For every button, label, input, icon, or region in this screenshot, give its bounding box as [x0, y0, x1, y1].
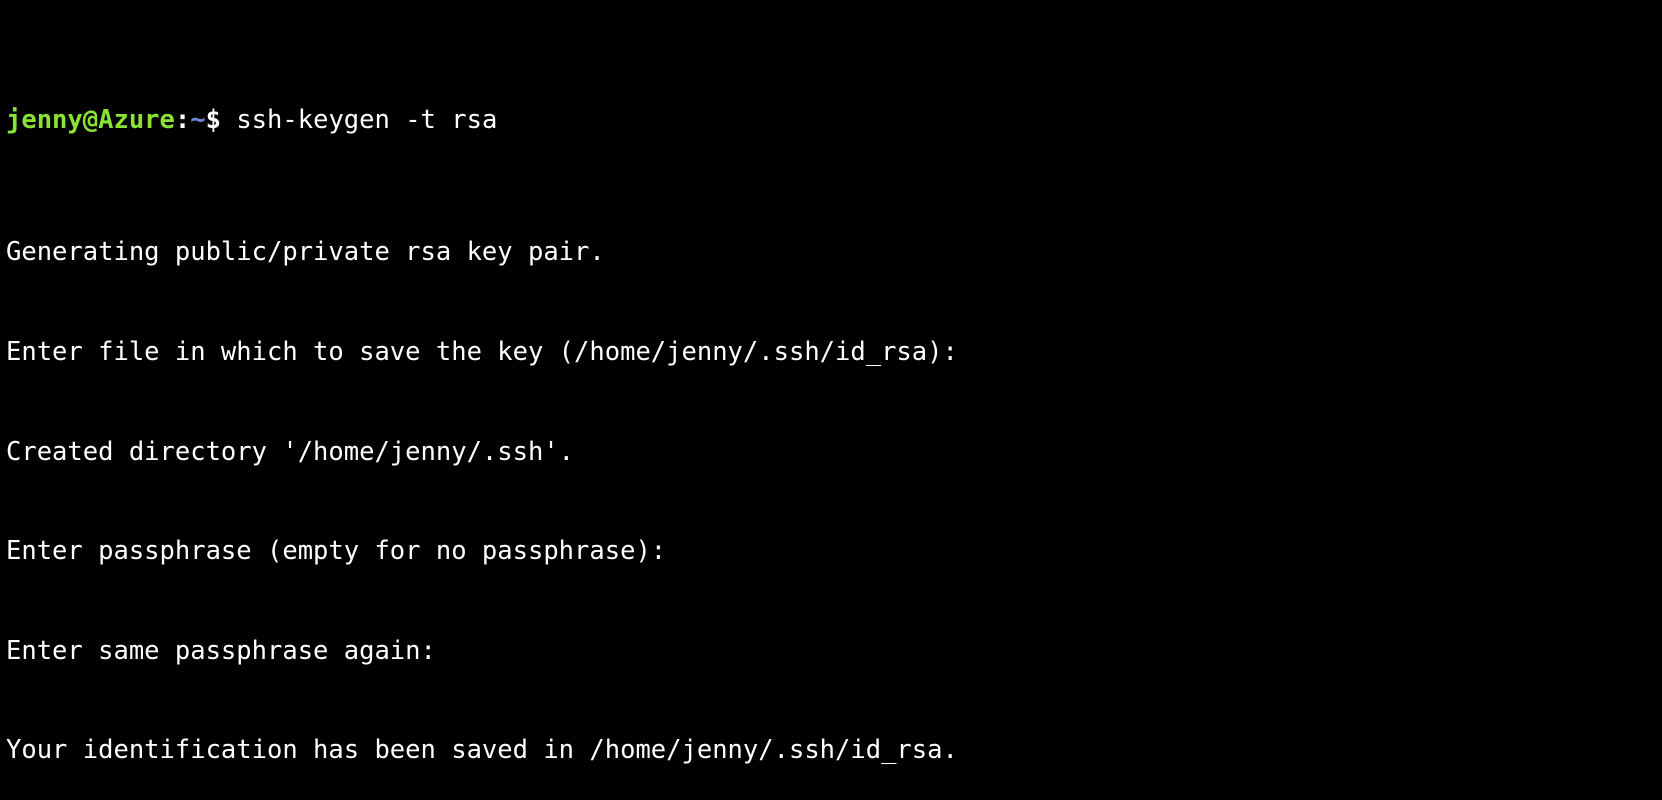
output-line-enter-file: Enter file in which to save the key (/ho… [6, 337, 958, 367]
command-line: jenny@Azure:~$ ssh-keygen -t rsa [6, 104, 1662, 137]
output-line-enter-same-passphrase: Enter same passphrase again: [6, 635, 436, 666]
prompt-user-host: jenny@Azure [6, 104, 175, 135]
output-line-generating: Generating public/private rsa key pair. [6, 237, 605, 268]
terminal-window[interactable]: jenny@Azure:~$ ssh-keygen -t rsa Generat… [0, 0, 1662, 800]
output-line-identification-saved: Your identification has been saved in /h… [6, 735, 958, 766]
command-text[interactable]: ssh-keygen -t rsa [236, 105, 497, 135]
prompt-colon: : [174, 104, 191, 135]
output-line-created-directory: Created directory '/home/jenny/.ssh'. [6, 436, 575, 467]
output-line-enter-passphrase: Enter passphrase (empty for no passphras… [6, 536, 667, 567]
prompt-path: ~ [190, 104, 206, 135]
prompt-sigil: $ [205, 104, 221, 135]
